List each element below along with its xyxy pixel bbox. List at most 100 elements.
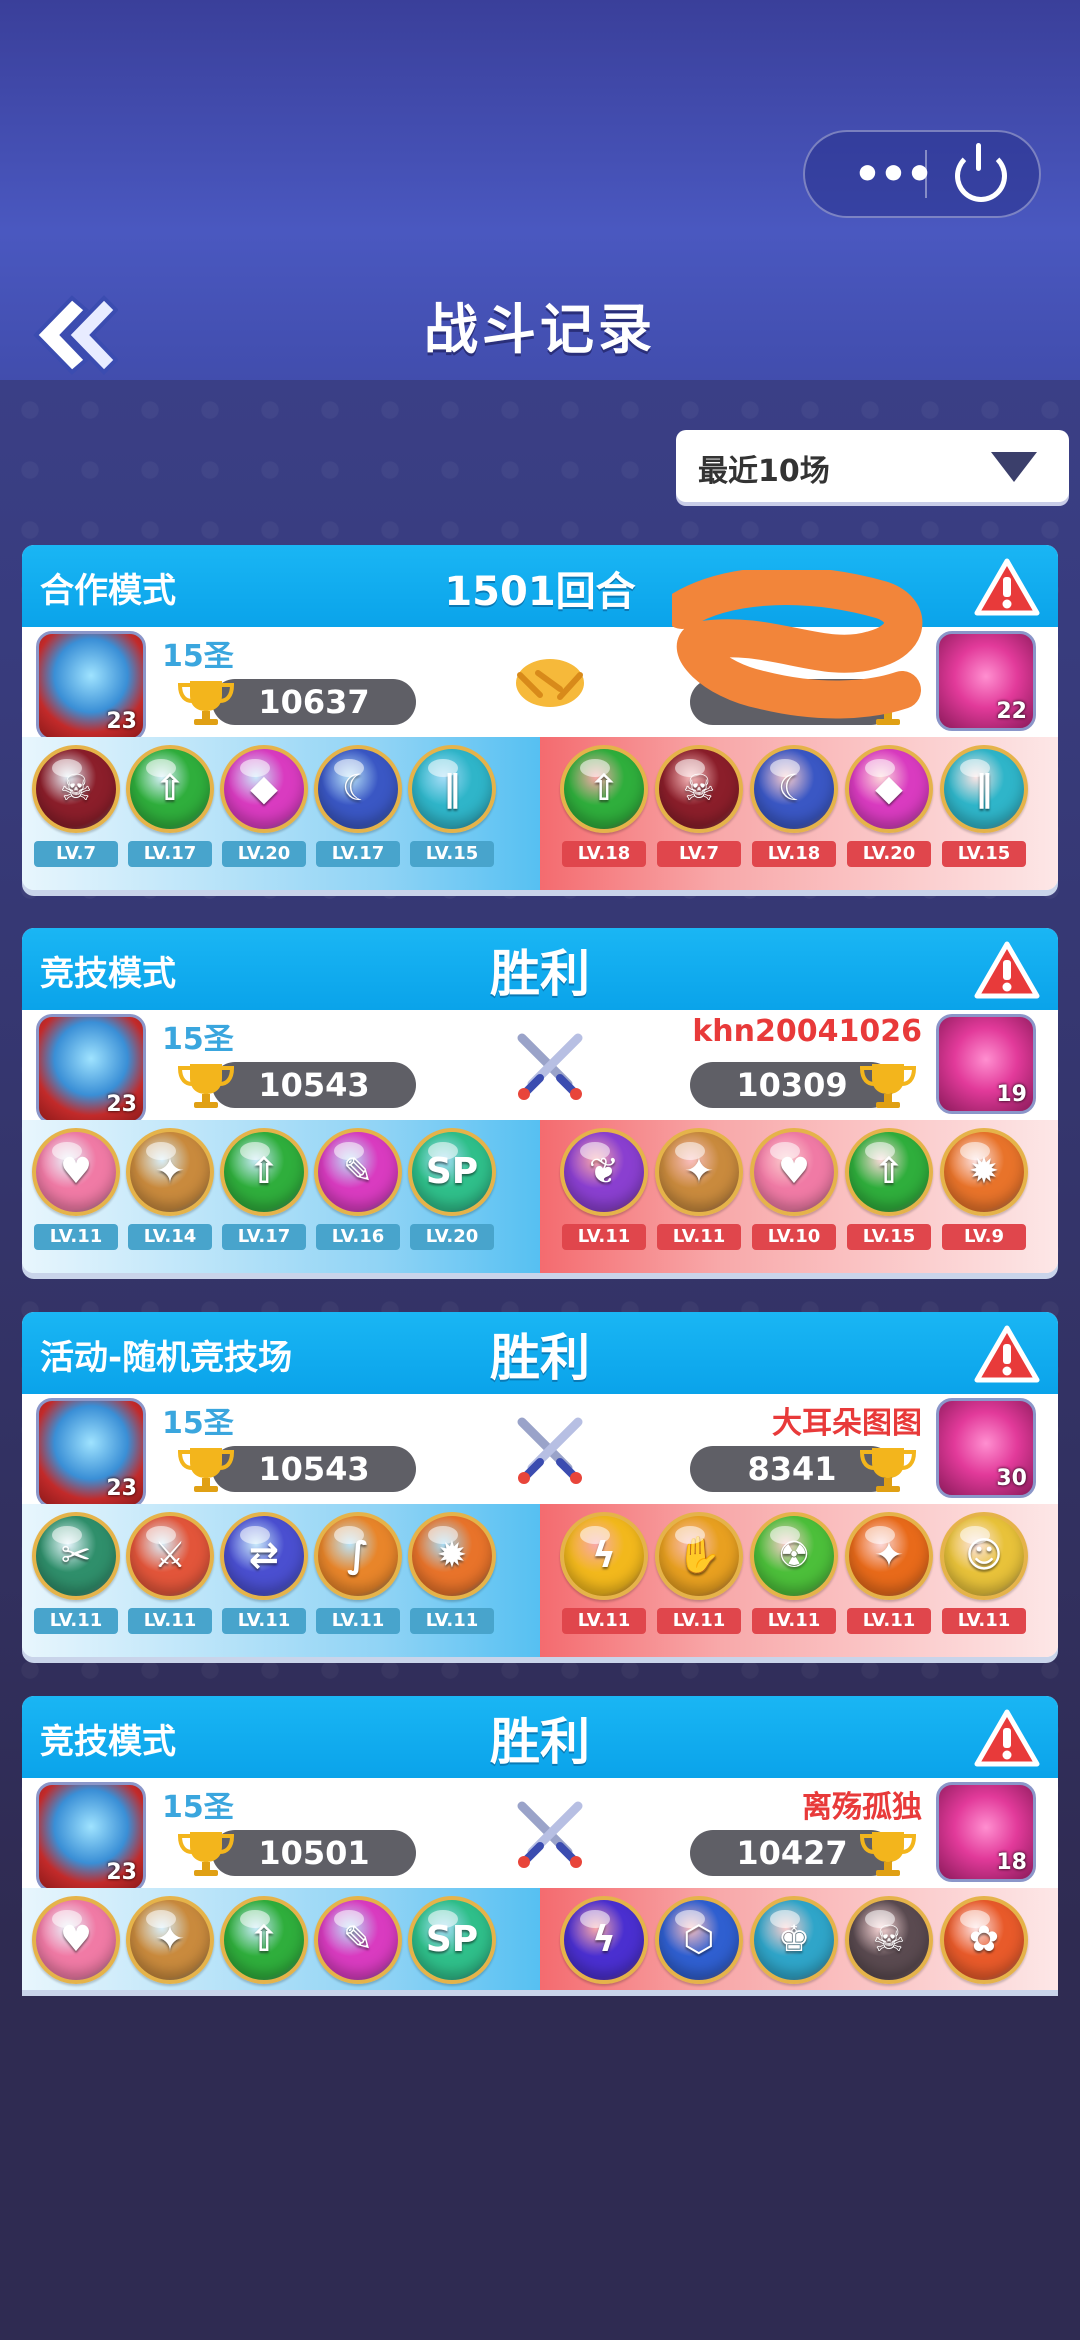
right-skill-orb[interactable]: ❦	[560, 1128, 648, 1216]
players-row: 23 15圣 10543 大耳朵图图 8341 30	[22, 1394, 1058, 1508]
left-skill-orb[interactable]: ✹	[408, 1512, 496, 1600]
skill-emblem-icon: ◆	[250, 768, 278, 809]
left-skill-orb[interactable]: ∫	[314, 1512, 402, 1600]
battle-record-card[interactable]: 竞技模式 胜利 23 15圣 10543 khn20041026 10309 1…	[22, 928, 1058, 1273]
left-skill-orb[interactable]: ◆	[220, 745, 308, 833]
right-skill-orb[interactable]: ⬡	[655, 1896, 743, 1984]
right-skill-orb[interactable]: ✿	[940, 1896, 1028, 1984]
redaction-scribble	[672, 570, 923, 719]
skill-emblem-icon: ⚔	[153, 1535, 187, 1576]
right-skill-orb[interactable]: ☺	[940, 1512, 1028, 1600]
left-player-score: 10637	[212, 679, 416, 725]
skill-level-tag: LV.11	[752, 1608, 836, 1634]
left-skill-orb[interactable]: ⇧	[220, 1128, 308, 1216]
skill-level-tag: LV.15	[942, 841, 1026, 867]
left-skill-orb[interactable]: ✂	[32, 1512, 120, 1600]
left-skill-orb[interactable]: ‖	[408, 745, 496, 833]
left-skill-orb[interactable]: ♥	[32, 1128, 120, 1216]
skill-level-tag: LV.11	[410, 1608, 494, 1634]
skill-level-tag: LV.11	[222, 1608, 306, 1634]
skill-level-tag: LV.11	[942, 1608, 1026, 1634]
battle-record-card[interactable]: 竞技模式 胜利 23 15圣 10501 离殇孤独 10427 18 ♥ ✦ ⇧…	[22, 1696, 1058, 1990]
right-skill-orb[interactable]: ⇧	[560, 745, 648, 833]
skill-level-tag: LV.20	[847, 841, 931, 867]
left-player-score: 10543	[212, 1062, 416, 1108]
mini-program-capsule: •••	[803, 130, 1041, 218]
left-skill-orb[interactable]: SP	[408, 1896, 496, 1984]
right-skill-orb[interactable]: ϟ	[560, 1896, 648, 1984]
left-player-avatar[interactable]: 23	[36, 631, 146, 741]
skill-emblem-icon: SP	[425, 1919, 479, 1960]
report-warning-icon[interactable]	[974, 1324, 1040, 1384]
match-range-dropdown[interactable]: 最近10场	[676, 430, 1069, 502]
handshake-icon	[516, 659, 584, 707]
right-skill-orb[interactable]: ☠	[845, 1896, 933, 1984]
left-player-avatar[interactable]: 23	[36, 1014, 146, 1124]
left-skill-orb[interactable]: ⇧	[220, 1896, 308, 1984]
left-player-avatar[interactable]: 23	[36, 1398, 146, 1508]
left-skill-orb[interactable]: ✦	[126, 1128, 214, 1216]
skill-level-tag: LV.18	[562, 841, 646, 867]
report-warning-icon[interactable]	[974, 557, 1040, 617]
right-skill-orb[interactable]: ⇧	[845, 1128, 933, 1216]
skill-emblem-icon: ‖	[443, 768, 461, 809]
skill-emblem-icon: ϟ	[592, 1919, 616, 1960]
skill-level-tag: LV.11	[562, 1608, 646, 1634]
skill-level-tag: LV.17	[128, 841, 212, 867]
skill-emblem-icon: ✎	[342, 1151, 374, 1192]
right-skill-orb[interactable]: ♚	[750, 1896, 838, 1984]
right-skill-orb[interactable]: ☢	[750, 1512, 838, 1600]
right-player-avatar[interactable]: 19	[936, 1014, 1036, 1114]
left-skill-orb[interactable]: ⇧	[126, 745, 214, 833]
left-skill-orb[interactable]: ♥	[32, 1896, 120, 1984]
right-player-avatar[interactable]: 30	[936, 1398, 1036, 1498]
battle-record-card[interactable]: 活动-随机竞技场 胜利 23 15圣 10543 大耳朵图图 8341 30 ✂…	[22, 1312, 1058, 1657]
more-button[interactable]: •••	[835, 132, 950, 216]
report-warning-icon[interactable]	[974, 1708, 1040, 1768]
skill-emblem-icon: ☠	[872, 1919, 906, 1960]
right-skill-orb[interactable]: ✹	[940, 1128, 1028, 1216]
report-warning-icon[interactable]	[974, 940, 1040, 1000]
right-skill-orb[interactable]: ◆	[845, 745, 933, 833]
left-player-score: 10543	[212, 1446, 416, 1492]
left-skill-orb[interactable]: ☠	[32, 745, 120, 833]
left-player-avatar[interactable]: 23	[36, 1782, 146, 1892]
left-skill-orb[interactable]: ⇄	[220, 1512, 308, 1600]
left-skill-orb[interactable]: ⚔	[126, 1512, 214, 1600]
skill-level-tag: LV.11	[34, 1608, 118, 1634]
skill-emblem-icon: ☺	[965, 1535, 1003, 1576]
skill-emblem-icon: ✹	[436, 1535, 468, 1576]
left-skill-orb[interactable]: ✎	[314, 1128, 402, 1216]
skill-emblem-icon: SP	[425, 1151, 479, 1192]
right-skill-orb[interactable]: ☾	[750, 745, 838, 833]
battle-result: 胜利	[490, 945, 590, 1003]
trophy-icon	[178, 1448, 234, 1492]
skill-level-tag: LV.10	[752, 1224, 836, 1250]
left-skill-orb[interactable]: ✦	[126, 1896, 214, 1984]
skill-level-tag: LV.11	[847, 1608, 931, 1634]
right-skill-orb[interactable]: ϟ	[560, 1512, 648, 1600]
right-player-avatar[interactable]: 22	[936, 631, 1036, 731]
skill-emblem-icon: ☾	[777, 768, 811, 809]
right-player-avatar[interactable]: 18	[936, 1782, 1036, 1882]
skill-emblem-icon: ✦	[154, 1151, 186, 1192]
skill-emblem-icon: ϟ	[592, 1535, 616, 1576]
skill-emblem-icon: ✹	[968, 1151, 1000, 1192]
close-power-icon[interactable]	[955, 143, 1007, 202]
skill-emblem-icon: ⇧	[588, 768, 620, 809]
right-skill-orb[interactable]: ☠	[655, 745, 743, 833]
right-skill-orb[interactable]: ♥	[750, 1128, 838, 1216]
right-skill-orb[interactable]: ✦	[655, 1128, 743, 1216]
left-skill-orb[interactable]: ✎	[314, 1896, 402, 1984]
left-skill-orb[interactable]: ☾	[314, 745, 402, 833]
trophy-icon	[178, 681, 234, 725]
right-skill-orb[interactable]: ✋	[655, 1512, 743, 1600]
right-skill-orb[interactable]: ‖	[940, 745, 1028, 833]
capsule-divider	[925, 150, 927, 198]
left-player-name: 15圣	[162, 1406, 234, 1441]
right-skill-orb[interactable]: ✦	[845, 1512, 933, 1600]
skill-emblem-icon: ✦	[873, 1535, 905, 1576]
skill-level-tag: LV.17	[222, 1224, 306, 1250]
skill-emblem-icon: ⇧	[248, 1919, 280, 1960]
left-skill-orb[interactable]: SP	[408, 1128, 496, 1216]
